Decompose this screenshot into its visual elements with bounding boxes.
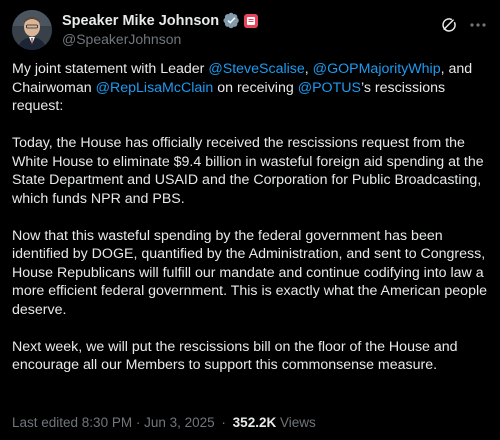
text-span: on receiving [213, 79, 298, 96]
mention-link[interactable]: @GOPMajorityWhip [313, 61, 441, 77]
text-span: My joint statement with Leader [12, 61, 209, 77]
mention-link[interactable]: @POTUS [298, 80, 361, 96]
author-handle[interactable]: @SpeakerJohnson [62, 31, 428, 49]
tweet-header: Speaker Mike Johnson @SpeakerJohnson [12, 10, 488, 50]
mention-link[interactable]: @RepLisaMcClain [96, 80, 214, 96]
tweet-paragraph-intro: My joint statement with Leader @SteveSca… [12, 60, 492, 116]
text-span: , [304, 61, 313, 77]
avatar-image [12, 10, 52, 50]
verified-badge-icon[interactable] [223, 12, 240, 29]
more-options-icon[interactable] [468, 16, 488, 34]
meta-separator: · [221, 415, 226, 430]
tweet-paragraph: Today, the House has officially received… [12, 135, 484, 207]
grok-icon[interactable] [440, 16, 458, 34]
views-count[interactable]: 352.2K [233, 415, 277, 430]
author-display-name[interactable]: Speaker Mike Johnson [62, 13, 219, 29]
author-block: Speaker Mike Johnson @SpeakerJohnson [62, 11, 428, 49]
tweet: Speaker Mike Johnson @SpeakerJohnson My … [0, 0, 500, 440]
tweet-paragraph: Next week, we will put the rescissions b… [12, 338, 458, 374]
views-label: Views [279, 415, 316, 430]
mention-link[interactable]: @SteveScalise [208, 61, 304, 77]
tweet-paragraph: Now that this wasteful spending by the f… [12, 227, 488, 318]
tweet-text: My joint statement with Leader @SteveSca… [12, 60, 492, 393]
tweet-meta: Last edited 8:30 PM · Jun 3, 2025 · 352.… [12, 415, 316, 430]
edited-timestamp[interactable]: Last edited 8:30 PM · Jun 3, 2025 [12, 415, 215, 430]
government-flag-icon[interactable] [244, 13, 259, 28]
avatar[interactable] [12, 10, 52, 50]
